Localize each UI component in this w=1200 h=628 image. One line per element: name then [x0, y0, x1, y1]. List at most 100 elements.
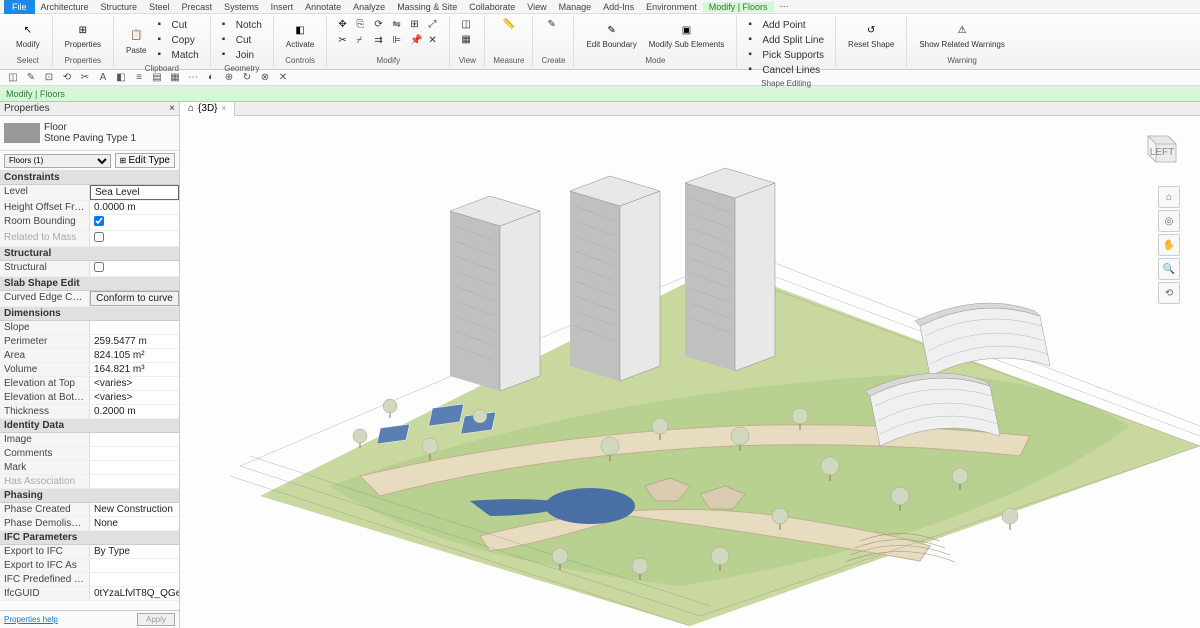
menu-steel[interactable]: Steel — [143, 2, 176, 12]
qat-btn[interactable]: ◫ — [6, 71, 20, 85]
copy-button[interactable]: ▪Copy — [155, 33, 202, 47]
props-value[interactable] — [90, 215, 179, 230]
menu-architecture[interactable]: Architecture — [35, 2, 95, 12]
qat-btn[interactable]: ⋯ — [186, 71, 200, 85]
tab-close-icon[interactable]: × — [222, 102, 227, 116]
props-section-dimensions[interactable]: Dimensions — [0, 307, 179, 321]
apply-button[interactable]: Apply — [137, 613, 175, 626]
props-value[interactable] — [90, 433, 179, 446]
trim-button[interactable]: ✂ — [335, 34, 351, 48]
props-value[interactable] — [90, 573, 179, 586]
qat-btn[interactable]: ⟲ — [60, 71, 74, 85]
scale-button[interactable]: ⤢ — [425, 18, 441, 32]
viewport-3d[interactable]: LEFT ⌂ ◎ ✋ 🔍 ⟲ — [180, 116, 1200, 628]
props-value[interactable] — [90, 461, 179, 474]
props-value[interactable] — [90, 475, 179, 488]
menu-more[interactable]: ⋯ — [774, 1, 795, 12]
props-section-identity-data[interactable]: Identity Data — [0, 419, 179, 433]
menu-annotate[interactable]: Annotate — [299, 2, 347, 12]
menu-structure[interactable]: Structure — [95, 2, 144, 12]
join-button[interactable]: ▪Join — [219, 48, 265, 62]
props-value[interactable] — [90, 321, 179, 334]
mirror-button[interactable]: ⇋ — [389, 18, 405, 32]
qat-btn[interactable]: ▤ — [150, 71, 164, 85]
menu-insert[interactable]: Insert — [265, 2, 300, 12]
nav-pan-icon[interactable]: ✋ — [1158, 234, 1180, 256]
qat-btn[interactable]: ◐ — [204, 71, 218, 85]
reset-shape[interactable]: ↺Reset Shape — [844, 18, 898, 51]
props-section-structural[interactable]: Structural — [0, 247, 179, 261]
view-tab-3d[interactable]: ⌂ {3D} × — [180, 102, 235, 116]
props-value[interactable] — [90, 261, 179, 276]
qat-btn[interactable]: ≡ — [132, 71, 146, 85]
menu-modify-floors[interactable]: Modify | Floors — [703, 2, 774, 12]
qat-btn[interactable]: ▦ — [168, 71, 182, 85]
props-value[interactable]: By Type — [90, 545, 179, 558]
activate-tool[interactable]: ◧Activate — [282, 18, 318, 51]
instance-selector[interactable]: Floors (1) — [4, 154, 111, 168]
paste-tool[interactable]: 📋Paste — [122, 24, 150, 57]
split-button[interactable]: ⌿ — [353, 34, 369, 48]
nav-zoom-icon[interactable]: 🔍 — [1158, 258, 1180, 280]
props-value[interactable]: 824.105 m² — [90, 349, 179, 362]
props-value[interactable]: 259.5477 m — [90, 335, 179, 348]
qat-btn[interactable]: ⊡ — [42, 71, 56, 85]
measure-button[interactable]: 📏 — [500, 18, 518, 32]
edit-boundary[interactable]: ✎Edit Boundary — [582, 18, 640, 51]
cut-button[interactable]: ▪Cut — [155, 18, 202, 32]
menu-collaborate[interactable]: Collaborate — [463, 2, 521, 12]
menu-environment[interactable]: Environment — [640, 2, 703, 12]
cut-geo-button[interactable]: ▪Cut — [219, 33, 265, 47]
qat-btn[interactable]: ✎ — [24, 71, 38, 85]
props-value[interactable]: None — [90, 517, 179, 530]
view2-button[interactable]: ▦ — [458, 33, 476, 47]
qat-btn[interactable]: ◧ — [114, 71, 128, 85]
view-cube[interactable]: LEFT — [1136, 126, 1180, 170]
properties-close-icon[interactable]: × — [169, 103, 175, 114]
qat-btn[interactable]: A — [96, 71, 110, 85]
props-value[interactable]: Conform to curve — [90, 291, 179, 306]
nav-home-icon[interactable]: ⌂ — [1158, 186, 1180, 208]
menu-file[interactable]: File — [4, 0, 35, 14]
props-value[interactable] — [90, 559, 179, 572]
modify-tool[interactable]: ↖Modify — [12, 18, 44, 51]
props-section-phasing[interactable]: Phasing — [0, 489, 179, 503]
create-button[interactable]: ✎ — [544, 18, 562, 32]
pin-button[interactable]: 📌 — [407, 34, 423, 48]
menu-view[interactable]: View — [521, 2, 552, 12]
props-checkbox[interactable] — [94, 216, 104, 226]
pick-support-button[interactable]: ▪Pick Supports — [745, 48, 827, 62]
qat-btn[interactable]: ↻ — [240, 71, 254, 85]
props-value[interactable]: New Construction — [90, 503, 179, 516]
props-value[interactable]: 164.821 m³ — [90, 363, 179, 376]
menu-addins[interactable]: Add-Ins — [597, 2, 640, 12]
props-checkbox[interactable] — [94, 232, 104, 242]
add-split-button[interactable]: ▪Add Split Line — [745, 33, 827, 47]
props-section-constraints[interactable]: Constraints — [0, 171, 179, 185]
view1-button[interactable]: ◫ — [458, 18, 476, 32]
qat-btn[interactable]: ✂ — [78, 71, 92, 85]
props-value[interactable] — [90, 231, 179, 246]
menu-systems[interactable]: Systems — [218, 2, 265, 12]
match-button[interactable]: ▪Match — [155, 48, 202, 62]
edit-type-button[interactable]: ⊞ Edit Type — [115, 153, 175, 168]
add-point-button[interactable]: ▪Add Point — [745, 18, 827, 32]
qat-btn[interactable]: ✕ — [276, 71, 290, 85]
array-button[interactable]: ⊞ — [407, 18, 423, 32]
properties-help-link[interactable]: Properties help — [4, 615, 58, 624]
menu-massing[interactable]: Massing & Site — [391, 2, 463, 12]
props-value[interactable]: <varies> — [90, 391, 179, 404]
props-value[interactable]: 0tYzaLfvlT8Q_QGeQlQ... — [90, 587, 179, 600]
menu-precast[interactable]: Precast — [176, 2, 219, 12]
props-section-slab-shape-edit[interactable]: Slab Shape Edit — [0, 277, 179, 291]
delete-button[interactable]: ✕ — [425, 34, 441, 48]
props-value[interactable] — [90, 447, 179, 460]
props-value[interactable]: 0.0000 m — [90, 201, 179, 214]
props-value[interactable]: Sea Level — [90, 185, 179, 200]
menu-analyze[interactable]: Analyze — [347, 2, 391, 12]
props-value[interactable]: 0.2000 m — [90, 405, 179, 418]
props-section-ifc-parameters[interactable]: IFC Parameters — [0, 531, 179, 545]
nav-orbit-icon[interactable]: ⟲ — [1158, 282, 1180, 304]
nav-wheel-icon[interactable]: ◎ — [1158, 210, 1180, 232]
notch-button[interactable]: ▪Notch — [219, 18, 265, 32]
